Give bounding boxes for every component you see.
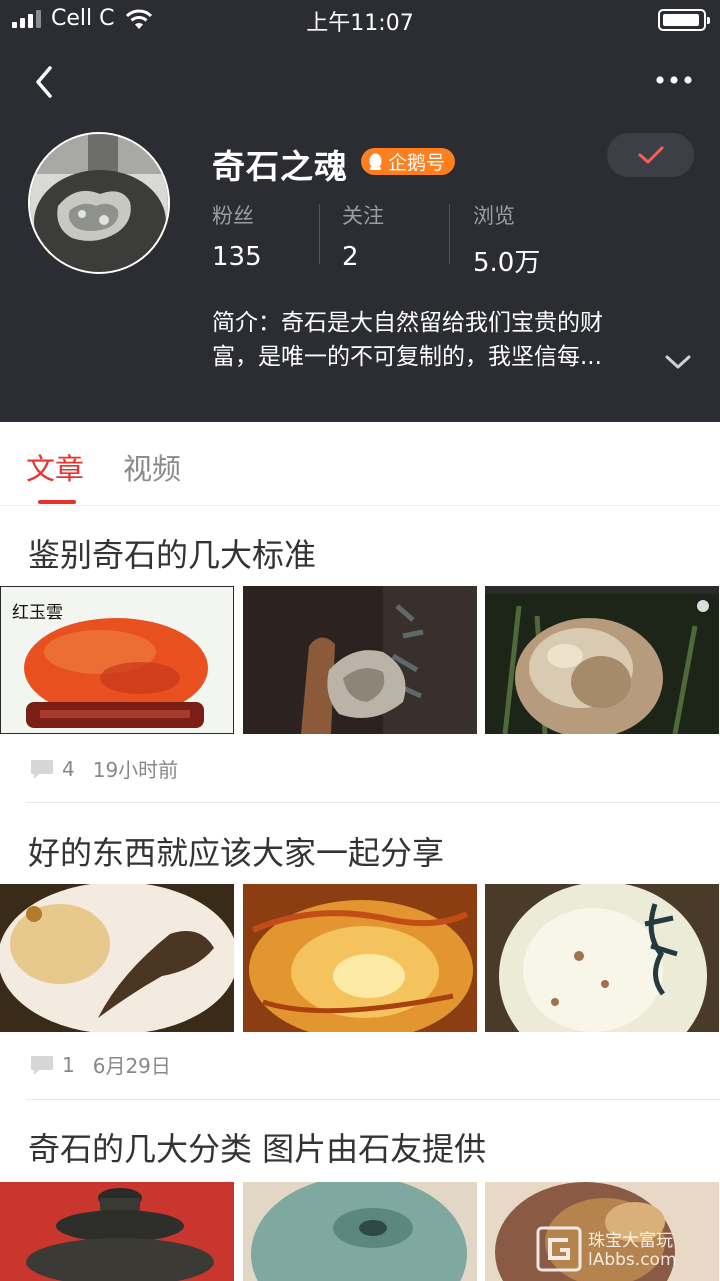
battery-icon [658,9,710,31]
stat-label: 粉丝 [212,204,254,228]
thumbnail-caption: 红玉雲 [12,603,63,623]
tab-articles[interactable]: 文章 [26,446,84,488]
status-bar: Cell C 上午11:07 [0,0,720,40]
watermark-line2: lAbbs.com [588,1250,677,1270]
profile-bio: 简介：奇石是大自然留给我们宝贵的财 富，是唯一的不可复制的，我坚信每... [212,306,652,374]
comment-icon [31,1055,53,1075]
article-divider [26,1099,720,1100]
comment-count: 4 [62,756,75,781]
avatar-stone-image [30,134,168,272]
stat-value: 5.0万 [473,248,541,278]
article-thumbnail [243,1182,477,1281]
stat-divider [449,204,450,264]
article-divider [26,802,720,803]
tab-videos[interactable]: 视频 [123,446,181,488]
active-tab-indicator [38,500,76,504]
comment-icon [31,759,53,779]
publish-time: 6月29日 [92,1054,171,1078]
article-title: 奇石的几大分类 图片由石友提供 [28,1130,487,1168]
status-time: 上午11:07 [306,11,414,36]
stat-label: 浏览 [473,204,515,228]
more-options-button[interactable] [656,70,692,90]
article-meta: 1 6月29日 [30,1050,171,1079]
chevron-left-icon [36,66,52,98]
article-thumbnail [243,884,477,1032]
article-item[interactable]: 好的东西就应该大家一起分享 1 6月29日 [0,828,720,1098]
chevron-down-icon [665,355,691,369]
back-button[interactable] [28,62,64,102]
avatar[interactable] [28,132,170,274]
bio-line: 简介：奇石是大自然留给我们宝贵的财 [212,310,603,336]
article-thumbnail [485,884,719,1032]
verified-badge: 企鹅号 [361,148,456,175]
profile-name: 奇石之魂 [212,147,348,186]
badge-label: 企鹅号 [388,152,446,174]
stat-divider [319,204,320,264]
article-item[interactable]: 鉴别奇石的几大标准 红玉雲 4 19小时前 [0,530,720,802]
article-title: 鉴别奇石的几大标准 [28,536,317,574]
watermark-line1: 珠宝大富玩 [588,1231,673,1251]
article-thumbnail: 红玉雲 [0,586,234,734]
profile-header: Cell C 上午11:07 奇石之魂 企鹅号 粉丝 135 关注 2 浏览 5… [0,0,720,422]
stat-views: 浏览 5.0万 [473,200,540,279]
article-title: 好的东西就应该大家一起分享 [28,834,445,872]
stat-label: 关注 [342,204,384,228]
site-watermark: 珠宝大富玩 lAbbs.com [536,1222,716,1276]
stat-fans[interactable]: 粉丝 135 [212,200,262,272]
article-meta: 4 19小时前 [30,754,178,783]
article-thumbnail [485,586,719,734]
penguin-icon [369,153,382,170]
article-thumbnail [243,586,477,734]
stat-following[interactable]: 关注 2 [342,200,384,272]
followed-button[interactable] [607,133,694,177]
more-dots-icon [656,76,692,84]
check-icon [638,146,664,164]
watermark-logo-icon [536,1226,582,1272]
stat-value: 2 [342,242,359,272]
stat-value: 135 [212,242,262,272]
publish-time: 19小时前 [92,758,179,782]
article-thumbnail [0,884,234,1032]
content-tabs: 文章 视频 [0,422,720,506]
bio-line: 富，是唯一的不可复制的，我坚信每... [212,344,602,370]
comment-count: 1 [62,1052,75,1077]
article-thumbnail [0,1182,234,1281]
expand-bio-button[interactable] [663,350,693,374]
